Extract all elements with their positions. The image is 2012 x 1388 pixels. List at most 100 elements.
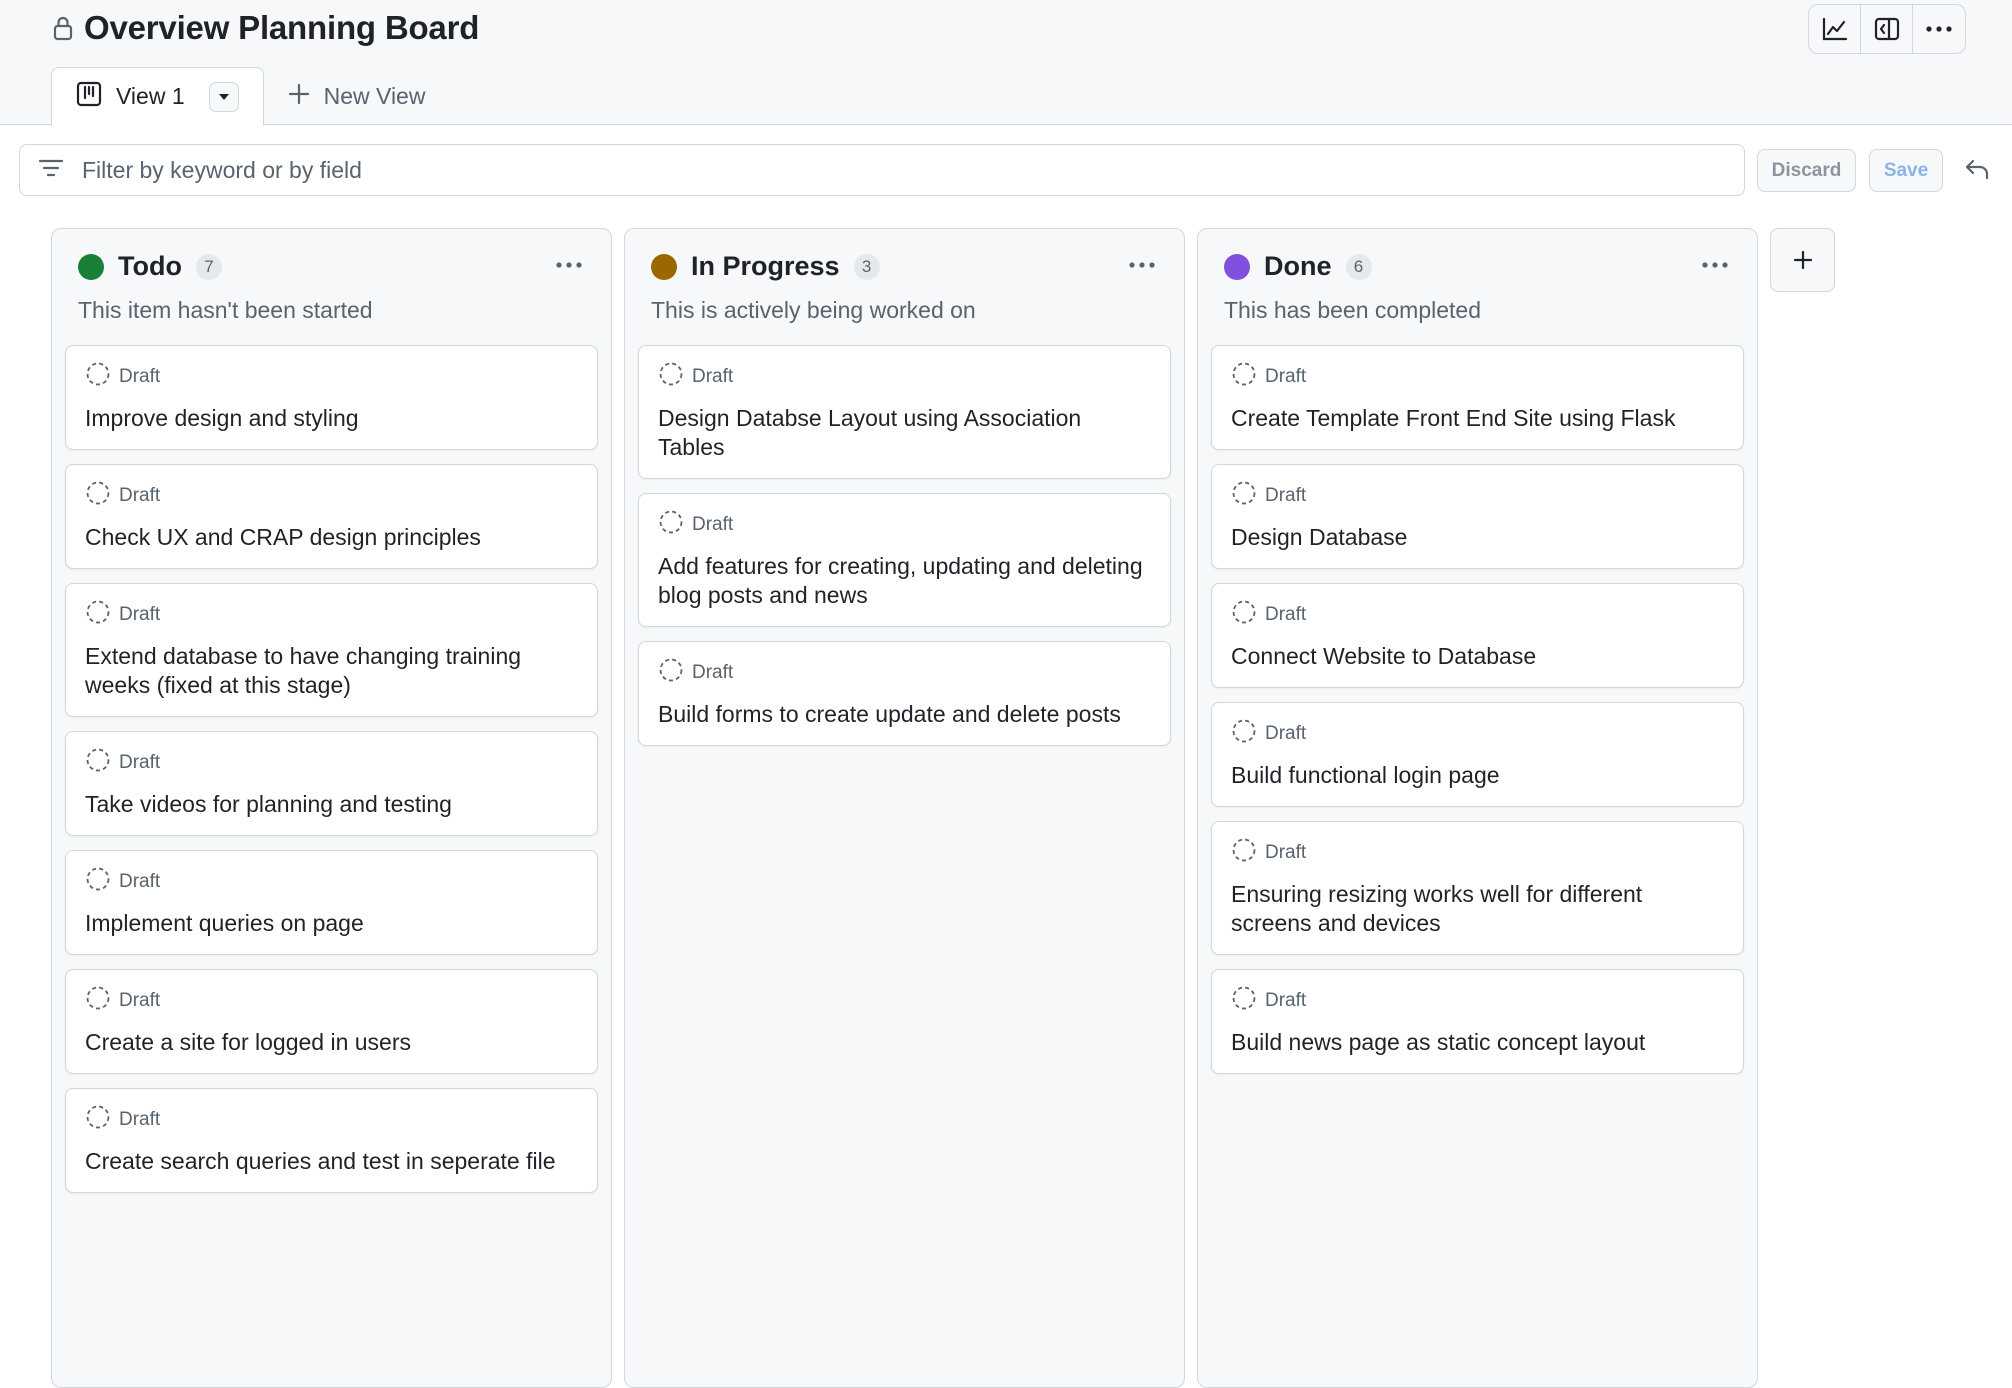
- card-title[interactable]: Extend database to have changing trainin…: [85, 642, 579, 700]
- card-title[interactable]: Build news page as static concept layout: [1231, 1028, 1725, 1057]
- status-dot: [1224, 253, 1250, 280]
- draft-card[interactable]: Draft Build functional login page: [1211, 702, 1744, 807]
- card-title[interactable]: Build functional login page: [1231, 761, 1725, 790]
- card-title[interactable]: Add features for creating, updating and …: [658, 552, 1152, 610]
- card-meta: Draft: [658, 361, 1152, 393]
- card-meta: Draft: [1231, 480, 1725, 512]
- draft-status-icon: [85, 747, 111, 779]
- lock-icon: [52, 14, 76, 42]
- card-title[interactable]: Design Database: [1231, 523, 1725, 552]
- card-title[interactable]: Implement queries on page: [85, 909, 579, 938]
- draft-status-icon: [85, 599, 111, 631]
- card-meta: Draft: [85, 362, 579, 390]
- column-name: In Progress: [691, 251, 840, 281]
- card-type-label: Draft: [1265, 366, 1307, 387]
- card-title[interactable]: Ensuring resizing works well for differe…: [1231, 880, 1725, 938]
- draft-card[interactable]: Draft Connect Website to Database: [1211, 583, 1744, 688]
- draft-card[interactable]: Draft Build forms to create update and de…: [638, 641, 1171, 746]
- filter-icon: [38, 157, 64, 184]
- column-description: This has been completed: [1224, 297, 1481, 323]
- tab-dropdown-button[interactable]: [208, 81, 239, 112]
- column-header: Todo 7: [78, 251, 222, 282]
- draft-card[interactable]: Draft Create a site for logged in users: [65, 969, 598, 1074]
- title-row: Overview Planning Board: [52, 6, 479, 50]
- board-icon: [76, 81, 102, 113]
- draft-card[interactable]: Draft Create search queries and test in s…: [65, 1088, 598, 1193]
- draft-status-icon: [658, 657, 684, 689]
- column-name: Todo: [118, 251, 182, 281]
- draft-card[interactable]: Draft Check UX and CRAP design principles: [65, 464, 598, 569]
- draft-card[interactable]: Draft Create Template Front End Site usin…: [1211, 345, 1744, 450]
- draft-card[interactable]: Draft Build news page as static concept l…: [1211, 969, 1744, 1074]
- card-type-label: Draft: [1265, 723, 1307, 744]
- draft-status-icon: [658, 361, 684, 393]
- draft-card[interactable]: Draft Design Databse Layout using Associa…: [638, 345, 1171, 479]
- column-description: This item hasn't been started: [78, 297, 373, 323]
- card-type-label: Draft: [692, 514, 734, 535]
- column-menu-icon[interactable]: [1126, 259, 1158, 271]
- card-list: Draft Create Template Front End Site usin…: [1211, 345, 1744, 1088]
- add-column-button[interactable]: [1770, 228, 1835, 292]
- card-type-label: Draft: [692, 366, 734, 387]
- card-meta: Draft: [1231, 718, 1725, 750]
- column-done: Done 6 This has been completed Draft Crea…: [1197, 228, 1758, 1388]
- tab-view-1[interactable]: View 1: [51, 67, 264, 126]
- card-type-label: Draft: [1265, 842, 1307, 863]
- card-type-label: Draft: [119, 990, 161, 1011]
- column-menu-icon[interactable]: [553, 259, 585, 271]
- card-title[interactable]: Design Databse Layout using Association …: [658, 404, 1152, 462]
- card-meta: Draft: [658, 657, 1152, 689]
- status-dot: [651, 253, 677, 280]
- draft-status-icon: [1231, 361, 1257, 393]
- card-type-label: Draft: [1265, 990, 1307, 1011]
- draft-status-icon: [1231, 837, 1257, 869]
- column-count-badge: 7: [195, 253, 222, 280]
- tab-label: View 1: [116, 83, 185, 109]
- draft-card[interactable]: Draft Take videos for planning and testin…: [65, 731, 598, 836]
- save-button[interactable]: Save: [1869, 149, 1943, 192]
- more-options-icon[interactable]: [1913, 5, 1965, 53]
- page-title: Overview Planning Board: [84, 9, 480, 46]
- card-meta: Draft: [658, 510, 1152, 538]
- card-title[interactable]: Build forms to create update and delete …: [658, 700, 1152, 729]
- status-dot: [78, 253, 104, 280]
- card-title[interactable]: Take videos for planning and testing: [85, 790, 579, 819]
- column-count-badge: 6: [1345, 253, 1372, 280]
- draft-status-icon: [85, 480, 111, 512]
- draft-status-icon: [1231, 480, 1257, 512]
- draft-card[interactable]: Draft Ensuring resizing works well for di…: [1211, 821, 1744, 955]
- card-type-label: Draft: [119, 752, 161, 773]
- plus-icon: [288, 83, 310, 111]
- card-title[interactable]: Create Template Front End Site using Fla…: [1231, 404, 1725, 433]
- caret-down-icon: [218, 93, 229, 100]
- plus-icon: [1793, 250, 1812, 270]
- card-title[interactable]: Check UX and CRAP design principles: [85, 523, 579, 552]
- card-title[interactable]: Create search queries and test in sepera…: [85, 1147, 579, 1176]
- side-panel-icon[interactable]: [1861, 5, 1913, 53]
- card-type-label: Draft: [119, 366, 161, 387]
- filter-input[interactable]: Filter by keyword or by field: [19, 144, 1745, 196]
- new-view-button[interactable]: New View: [264, 67, 425, 126]
- column-in-progress: In Progress 3 This is actively being wor…: [624, 228, 1185, 1388]
- draft-card[interactable]: Draft Add features for creating, updating…: [638, 493, 1171, 627]
- draft-status-icon: [1231, 718, 1257, 750]
- column-menu-icon[interactable]: [1699, 259, 1731, 271]
- draft-status-icon: [85, 1104, 111, 1136]
- card-type-label: Draft: [1265, 604, 1307, 625]
- view-tabs: View 1 New View: [51, 67, 425, 126]
- card-meta: Draft: [85, 480, 579, 512]
- draft-card[interactable]: Draft Extend database to have changing tr…: [65, 583, 598, 717]
- insights-chart-icon[interactable]: [1809, 5, 1861, 53]
- card-title[interactable]: Improve design and styling: [85, 404, 579, 433]
- column-header: Done 6: [1224, 251, 1372, 282]
- draft-card[interactable]: Draft Improve design and styling: [65, 345, 598, 450]
- filter-placeholder: Filter by keyword or by field: [82, 156, 362, 183]
- draft-card[interactable]: Draft Implement queries on page: [65, 850, 598, 955]
- draft-status-icon: [85, 866, 111, 898]
- column-todo: Todo 7 This item hasn't been started Dra…: [51, 228, 612, 1388]
- draft-card[interactable]: Draft Design Database: [1211, 464, 1744, 569]
- undo-icon[interactable]: [1962, 153, 1992, 185]
- card-title[interactable]: Connect Website to Database: [1231, 642, 1725, 671]
- discard-button[interactable]: Discard: [1757, 149, 1856, 192]
- card-title[interactable]: Create a site for logged in users: [85, 1028, 579, 1057]
